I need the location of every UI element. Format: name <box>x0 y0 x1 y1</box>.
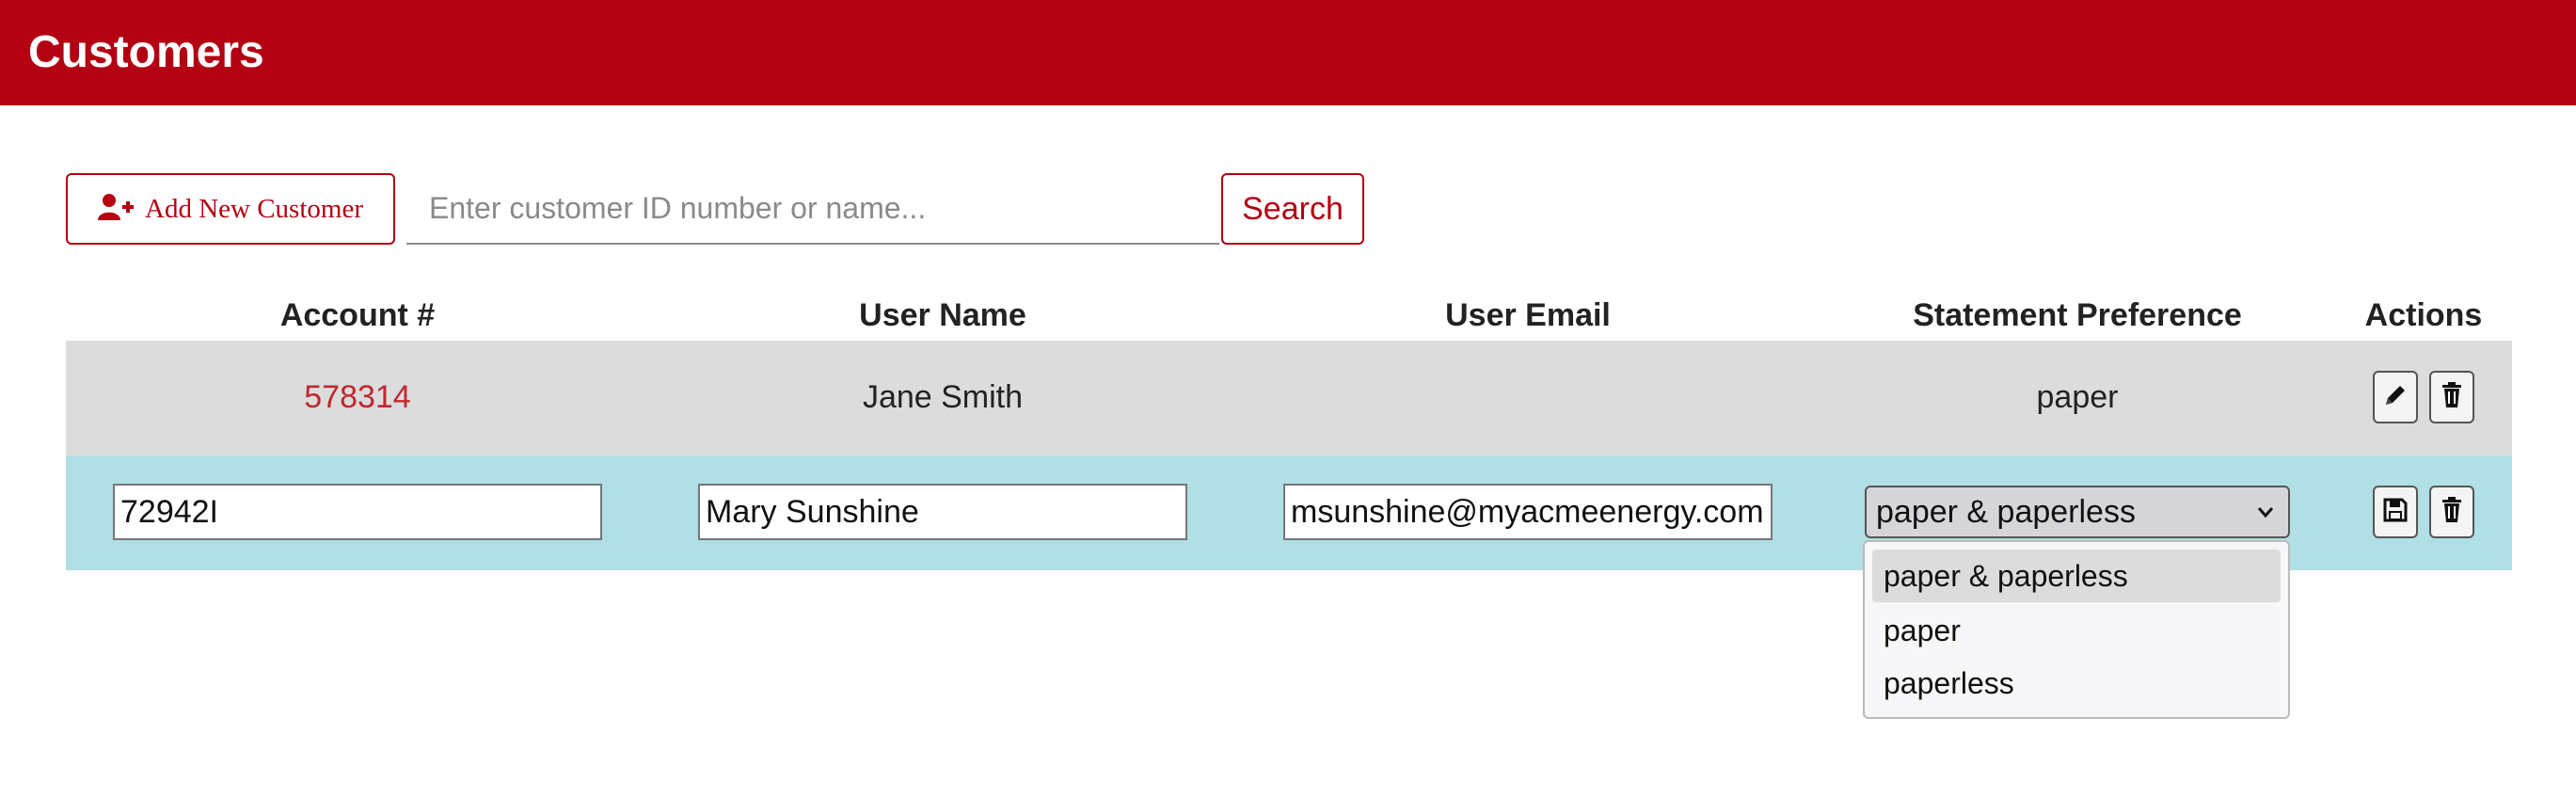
user-email-field[interactable] <box>1283 484 1773 540</box>
account-number-field[interactable] <box>113 484 602 540</box>
pencil-icon <box>2382 382 2409 413</box>
column-header-user-name: User Name <box>859 297 1026 333</box>
save-icon <box>2382 497 2409 528</box>
save-button[interactable] <box>2373 486 2418 538</box>
statement-preference-cell: paper <box>2036 379 2119 415</box>
option-paper[interactable]: paper <box>1872 604 2281 657</box>
add-new-customer-button[interactable]: Add New Customer <box>66 173 395 245</box>
search-button[interactable]: Search <box>1221 173 1364 245</box>
delete-button[interactable] <box>2429 371 2474 423</box>
user-name-cell: Jane Smith <box>862 379 1024 415</box>
option-paperless[interactable]: paperless <box>1872 657 2281 710</box>
user-name-field[interactable] <box>698 484 1187 540</box>
statement-preference-dropdown: paper & paperless paper paperless <box>1863 540 2290 719</box>
add-user-icon <box>98 193 135 226</box>
add-new-customer-label: Add New Customer <box>145 193 363 224</box>
page-title: Customers <box>28 27 264 77</box>
app-header: Customers <box>0 0 2576 105</box>
statement-preference-value: paper & paperless <box>1876 494 2136 530</box>
option-paper-and-paperless[interactable]: paper & paperless <box>1872 550 2281 602</box>
account-link[interactable]: 578314 <box>113 378 602 416</box>
trash-icon <box>2441 381 2463 413</box>
edit-button[interactable] <box>2373 371 2418 423</box>
column-header-actions: Actions <box>2364 297 2483 333</box>
delete-button[interactable] <box>2429 486 2474 538</box>
trash-icon <box>2441 496 2463 528</box>
column-header-user-email: User Email <box>1445 297 1611 333</box>
search-input[interactable] <box>406 173 1219 245</box>
column-header-statement-preference: Statement Preference <box>1913 297 2242 333</box>
statement-preference-select[interactable]: paper & paperless <box>1865 486 2290 538</box>
column-header-account: Account # <box>279 297 436 333</box>
